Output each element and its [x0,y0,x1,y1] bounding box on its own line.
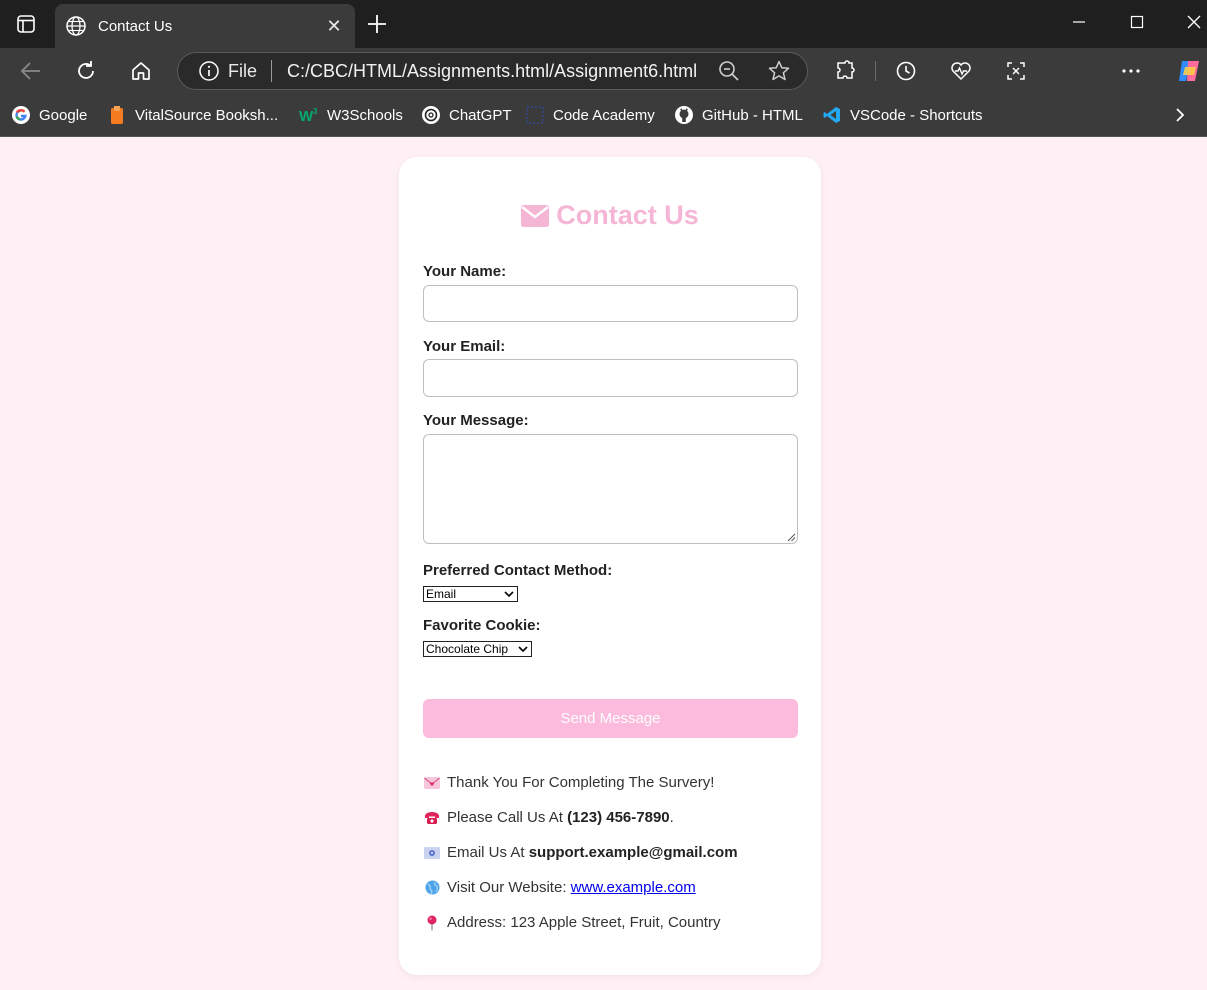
title-bar: Contact Us ✕ [0,0,1207,48]
chatgpt-icon [421,105,441,125]
new-tab-icon[interactable] [364,11,390,37]
close-window-icon[interactable] [1179,8,1207,36]
vitalsource-icon [107,105,127,125]
email-prefix: Email Us At [447,844,529,861]
bookmarks-bar: Google VitalSource Booksh... W3 W3School… [0,94,1207,137]
thank-you-text: Thank You For Completing The Survery! [447,774,715,791]
cookie-select[interactable]: Chocolate Chip [423,641,532,657]
love-letter-icon [424,775,440,791]
browser-toolbar: File C:/CBC/HTML/Assignments.html/Assign… [0,48,1207,134]
name-label: Your Name: [423,263,507,280]
bookmark-vscode[interactable]: VSCode - Shortcuts [822,104,983,126]
address-url[interactable]: C:/CBC/HTML/Assignments.html/Assignment6… [287,61,717,82]
bookmark-google[interactable]: Google [11,104,87,126]
bookmark-label: GitHub - HTML [702,106,803,124]
home-icon[interactable] [126,56,156,86]
bookmark-codeacademy[interactable]: Code Academy [525,104,655,126]
location-pin-icon [424,915,440,931]
history-icon[interactable] [891,56,921,86]
chevron-down-icon [504,591,514,598]
screenshot-icon[interactable] [1001,56,1031,86]
phone-number: (123) 456-7890 [567,809,670,826]
contact-method-value: Email [426,587,457,601]
thank-you-line: Thank You For Completing The Survery! [424,774,714,791]
contact-method-select[interactable]: Email [423,586,518,602]
send-message-button[interactable]: Send Message [423,699,798,738]
bookmark-label: W3Schools [327,106,403,124]
message-label: Your Message: [423,412,529,429]
method-label: Preferred Contact Method: [423,562,613,579]
github-icon [674,105,694,125]
google-icon [11,105,31,125]
phone-suffix: . [669,809,674,826]
email-label: Your Email: [423,338,506,355]
website-line: Visit Our Website: www.example.com [424,879,696,896]
maximize-icon[interactable] [1122,8,1152,36]
resize-handle-icon[interactable] [786,532,796,542]
cookie-value: Chocolate Chip [426,642,509,656]
name-field[interactable] [423,285,798,322]
globe-icon [66,16,86,36]
address-line: Address: 123 Apple Street, Fruit, Countr… [424,914,720,931]
bookmark-label: Code Academy [553,106,655,124]
zoom-out-icon[interactable] [717,59,741,83]
page-title: Contact Us [399,200,821,231]
bookmark-chatgpt[interactable]: ChatGPT [421,104,512,126]
bookmark-vitalsource[interactable]: VitalSource Booksh... [107,104,278,126]
favorite-star-icon[interactable] [767,59,791,83]
tab-title: Contact Us [98,17,173,35]
info-icon[interactable] [198,60,220,82]
telephone-icon [424,810,440,826]
bookmark-label: VSCode - Shortcuts [850,106,983,124]
email-envelope-icon [424,845,440,861]
cookie-label: Favorite Cookie: [423,617,541,634]
more-options-icon[interactable] [1116,56,1146,86]
bookmark-label: ChatGPT [449,106,512,124]
bookmark-label: VitalSource Booksh... [135,106,279,124]
svg-text:W: W [299,108,314,123]
vscode-icon [822,105,842,125]
website-prefix: Visit Our Website: [447,879,571,896]
w3schools-icon: W3 [299,105,319,125]
copilot-icon[interactable] [1175,57,1203,85]
bookmark-label: Google [39,106,88,124]
close-tab-icon[interactable]: ✕ [323,16,345,37]
bookmark-w3schools[interactable]: W3 W3Schools [299,104,403,126]
extensions-icon[interactable] [830,56,860,86]
refresh-icon[interactable] [71,56,101,86]
codeacademy-icon [525,105,545,125]
svg-text:3: 3 [313,107,318,116]
back-icon[interactable] [16,56,46,86]
email-line: Email Us At support.example@gmail.com [424,844,738,861]
support-email: support.example@gmail.com [528,844,738,861]
tab-actions-icon[interactable] [10,10,42,38]
envelope-icon [521,204,550,227]
address-separator [271,60,273,82]
address-scheme: File [228,60,258,81]
address-bar[interactable]: File C:/CBC/HTML/Assignments.html/Assign… [177,52,808,90]
email-field[interactable] [423,359,798,397]
chevron-down-icon [518,646,528,653]
address-text: Address: 123 Apple Street, Fruit, Countr… [447,914,721,931]
chevron-right-icon[interactable] [1170,104,1190,126]
phone-line: Please Call Us At (123) 456-7890 . [424,809,674,826]
page-title-text: Contact Us [556,200,699,230]
website-link[interactable]: www.example.com [571,879,696,896]
globe-emoji-icon [424,880,440,896]
browser-tab[interactable]: Contact Us ✕ [55,4,355,48]
toolbar-divider [875,61,876,81]
minimize-icon[interactable] [1064,8,1094,36]
phone-prefix: Please Call Us At [447,809,568,826]
browser-essentials-icon[interactable] [946,56,976,86]
bookmark-github[interactable]: GitHub - HTML [674,104,803,126]
message-textarea[interactable] [423,434,798,544]
